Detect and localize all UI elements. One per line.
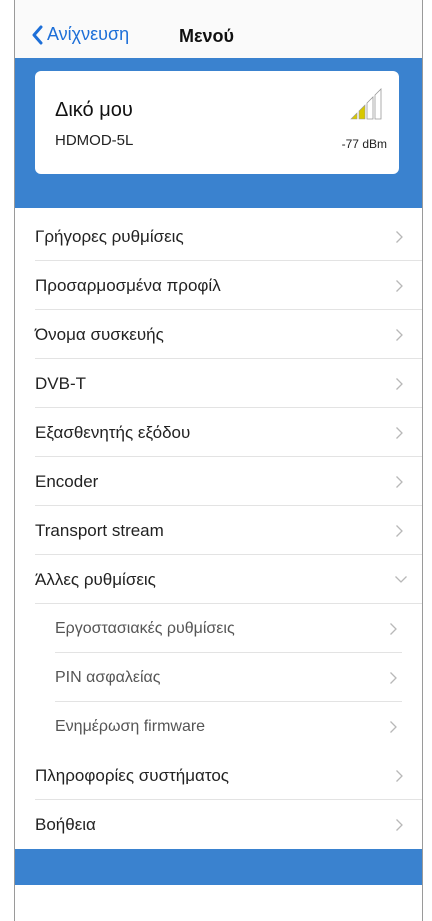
chevron-right-icon	[390, 720, 397, 733]
menu-subitem-firmware-update[interactable]: Ενημέρωση firmware	[15, 702, 422, 751]
menu-item-encoder[interactable]: Encoder	[15, 457, 422, 506]
menu-item-label: Βοήθεια	[35, 814, 96, 834]
signal-level: -77 dBm	[341, 137, 387, 151]
menu-item-label: Όνομα συσκευής	[35, 324, 164, 344]
menu-item-other-settings[interactable]: Άλλες ρυθμίσεις	[15, 555, 422, 604]
menu-subitem-factory-settings[interactable]: Εργοστασιακές ρυθμίσεις	[15, 604, 422, 653]
back-button[interactable]: Ανίχνευση	[31, 24, 129, 45]
menu-item-help[interactable]: Βοήθεια	[15, 800, 422, 849]
menu-subitem-security-pin[interactable]: PIN ασφαλείας	[15, 653, 422, 702]
chevron-left-icon	[32, 25, 43, 44]
menu-item-quick-settings[interactable]: Γρήγορες ρυθμίσεις	[15, 212, 422, 261]
menu-item-label: Πληροφορίες συστήματος	[35, 765, 229, 785]
chevron-right-icon	[396, 377, 403, 390]
menu-item-label: Ενημέρωση firmware	[55, 717, 206, 735]
chevron-right-icon	[396, 475, 403, 488]
menu-item-device-name[interactable]: Όνομα συσκευής	[15, 310, 422, 359]
menu-item-transport-stream[interactable]: Transport stream	[15, 506, 422, 555]
chevron-down-icon	[395, 576, 407, 583]
chevron-right-icon	[396, 524, 403, 537]
chevron-right-icon	[396, 769, 403, 782]
signal-strength-icon	[350, 88, 382, 120]
chevron-right-icon	[390, 622, 397, 635]
menu-item-label: PIN ασφαλείας	[55, 668, 161, 686]
menu-item-label: Προσαρμοσμένα προφίλ	[35, 275, 221, 295]
navigation-bar: Ανίχνευση Μενού	[15, 0, 422, 59]
menu-item-label: Transport stream	[35, 520, 164, 540]
menu-item-system-info[interactable]: Πληροφορίες συστήματος	[15, 751, 422, 800]
footer-band	[15, 849, 422, 885]
device-model: HDMOD-5L	[55, 132, 134, 149]
menu-item-label: Εξασθενητής εξόδου	[35, 422, 191, 442]
page-title: Μενού	[179, 26, 235, 46]
settings-menu: Γρήγορες ρυθμίσεις Προσαρμοσμένα προφίλ …	[15, 212, 422, 849]
chevron-right-icon	[390, 671, 397, 684]
device-card[interactable]: Δικό μου HDMOD-5L -77 dBm	[35, 71, 399, 174]
menu-item-label: Άλλες ρυθμίσεις	[35, 569, 156, 589]
menu-item-custom-profiles[interactable]: Προσαρμοσμένα προφίλ	[15, 261, 422, 310]
menu-item-label: Encoder	[35, 471, 99, 491]
device-name: Δικό μου	[55, 99, 133, 121]
menu-item-label: Γρήγορες ρυθμίσεις	[35, 226, 184, 246]
app-frame: Ανίχνευση Μενού Δικό μου HDMOD-5L -77 dB…	[14, 0, 423, 921]
menu-item-label: DVB-T	[35, 373, 86, 393]
back-label: Ανίχνευση	[47, 24, 130, 44]
chevron-right-icon	[396, 279, 403, 292]
chevron-right-icon	[396, 818, 403, 831]
menu-item-dvb-t[interactable]: DVB-T	[15, 359, 422, 408]
menu-item-label: Εργοστασιακές ρυθμίσεις	[55, 619, 235, 637]
menu-item-output-attenuator[interactable]: Εξασθενητής εξόδου	[15, 408, 422, 457]
chevron-right-icon	[396, 328, 403, 341]
chevron-right-icon	[396, 426, 403, 439]
chevron-right-icon	[396, 230, 403, 243]
